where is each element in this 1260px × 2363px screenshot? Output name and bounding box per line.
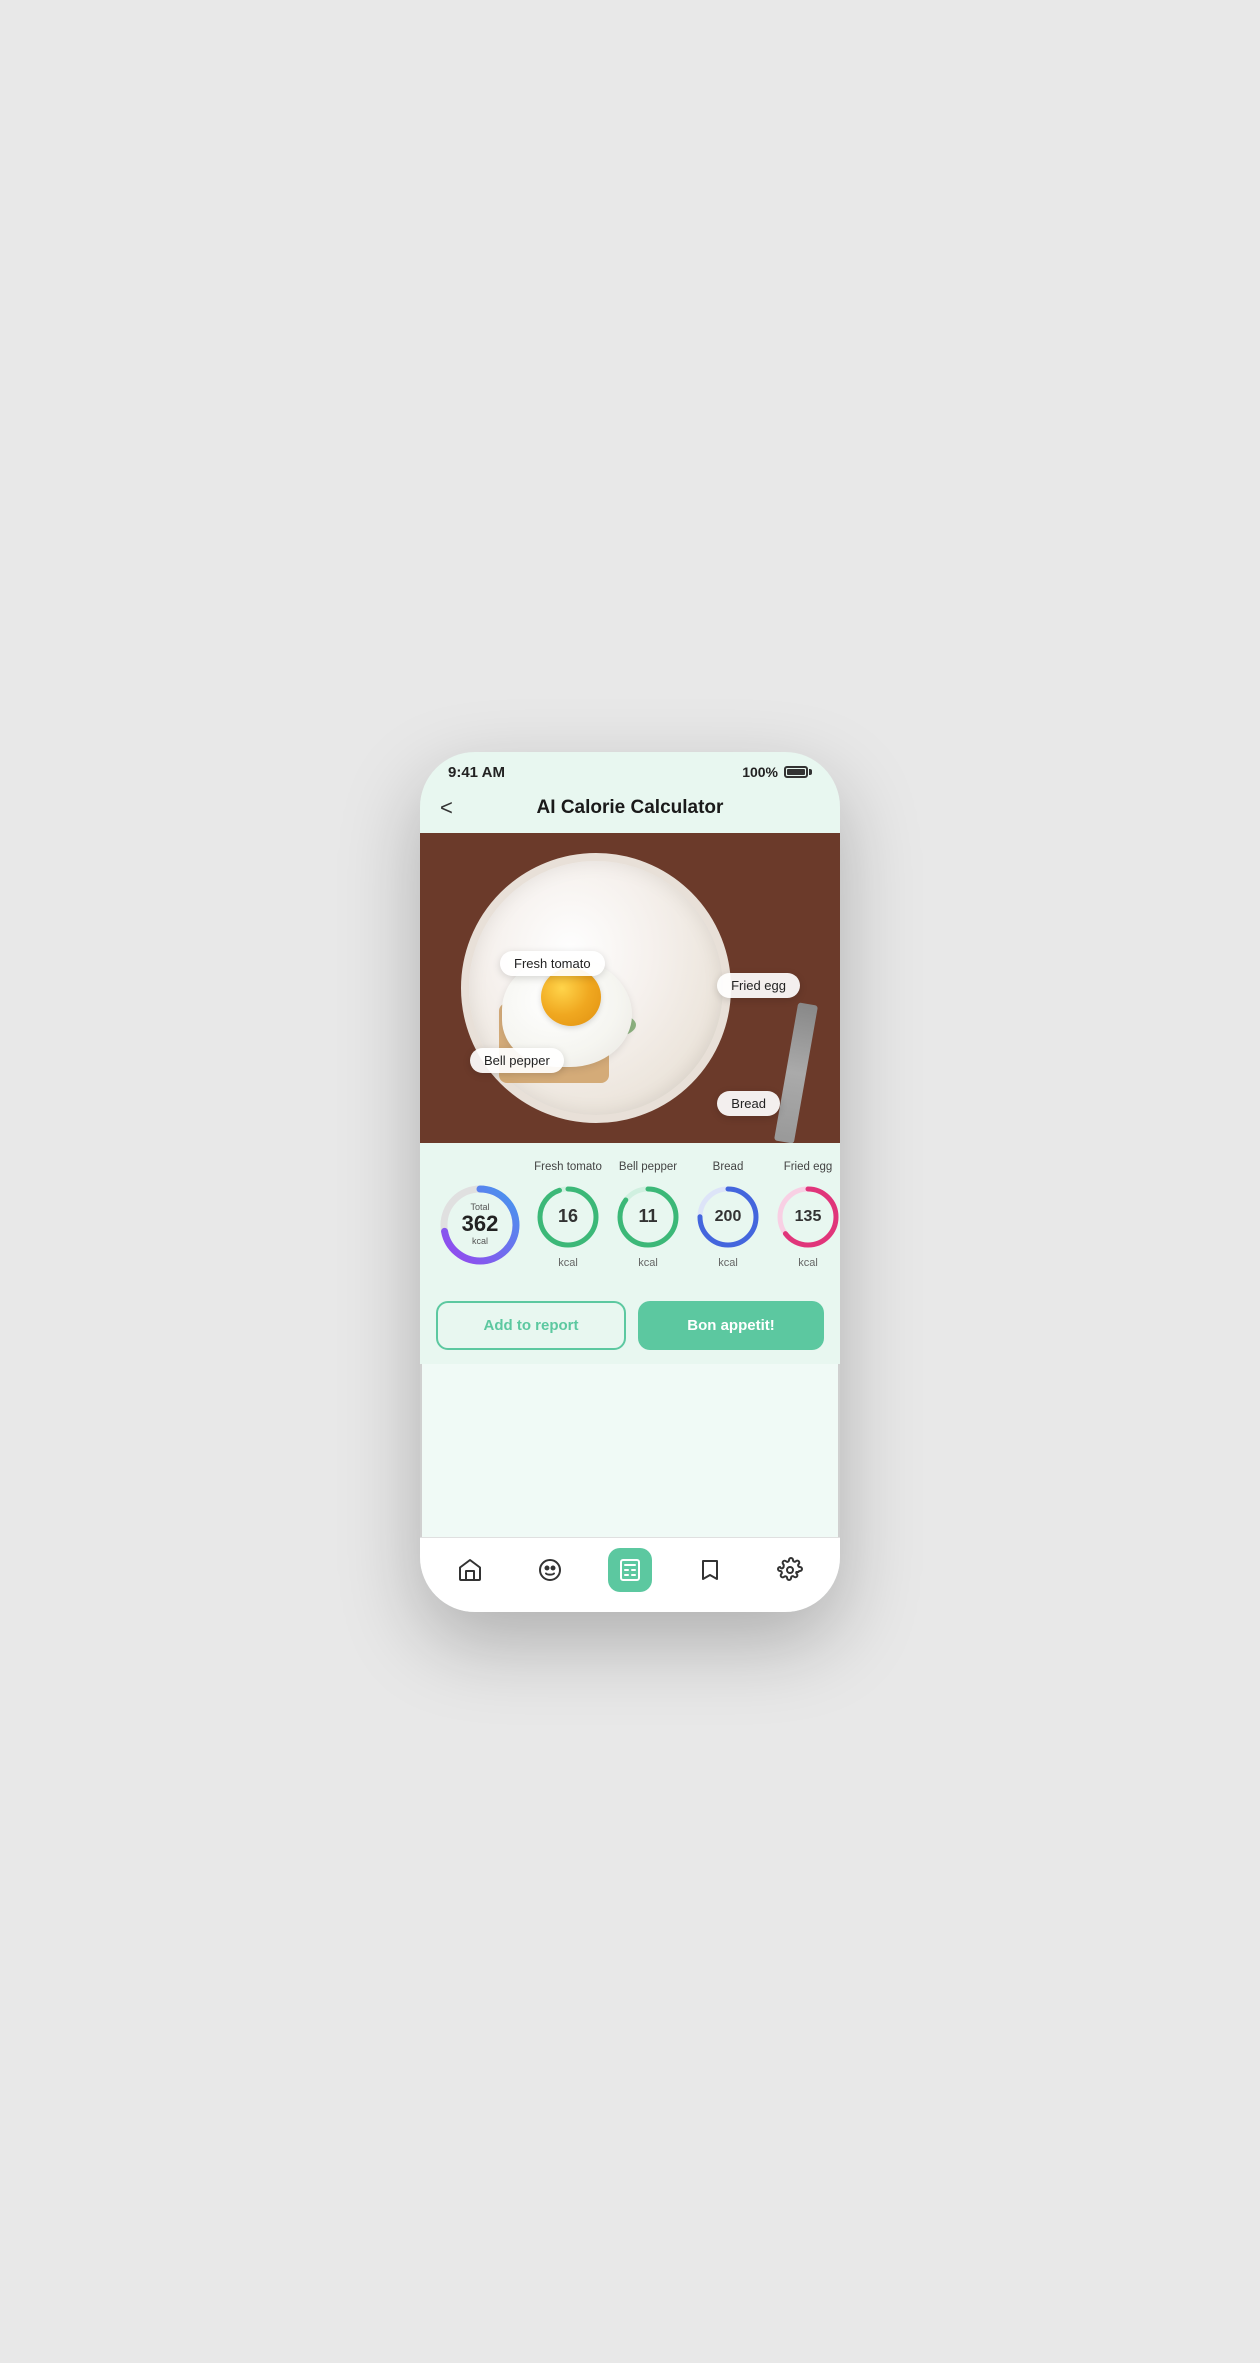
calculator-icon xyxy=(608,1548,652,1592)
header: < AI Calorie Calculator xyxy=(420,787,840,833)
fried-egg-calorie-item: Fried egg 135 kcal xyxy=(772,1161,840,1269)
fresh-tomato-unit: kcal xyxy=(558,1257,578,1269)
bread-ring: 200 xyxy=(692,1181,764,1253)
status-right: 100% xyxy=(742,764,812,780)
nav-home[interactable] xyxy=(448,1548,492,1592)
nav-settings[interactable] xyxy=(768,1548,812,1592)
label-fresh-tomato: Fresh tomato xyxy=(500,951,605,976)
food-image-container: Fresh tomato Fried egg Bell pepper Bread xyxy=(420,833,840,1143)
bell-pepper-calorie-item: Bell pepper 11 kcal xyxy=(612,1161,684,1269)
fried-egg-name: Fried egg xyxy=(784,1161,833,1177)
phone-frame: 9:41 AM 100% < AI Calorie Calculator xyxy=(420,752,840,1612)
bell-pepper-unit: kcal xyxy=(638,1257,658,1269)
action-buttons: Add to report Bon appetit! xyxy=(420,1285,840,1364)
bon-appetit-button[interactable]: Bon appetit! xyxy=(638,1301,824,1350)
status-time: 9:41 AM xyxy=(448,764,505,781)
label-fried-egg: Fried egg xyxy=(717,973,800,998)
fresh-tomato-value: 16 xyxy=(558,1207,578,1227)
fresh-tomato-ring: 16 xyxy=(532,1181,604,1253)
home-icon xyxy=(448,1548,492,1592)
nav-calculator[interactable] xyxy=(608,1548,652,1592)
bookmark-icon xyxy=(688,1548,732,1592)
face-icon xyxy=(528,1548,572,1592)
fried-egg-value: 135 xyxy=(795,1208,822,1226)
fresh-tomato-name: Fresh tomato xyxy=(534,1161,602,1177)
egg-yolk-visual xyxy=(541,968,601,1026)
label-bell-pepper: Bell pepper xyxy=(470,1048,564,1073)
battery-percentage: 100% xyxy=(742,764,778,780)
bread-value: 200 xyxy=(715,1208,742,1226)
fried-egg-ring: 135 xyxy=(772,1181,840,1253)
page-title: AI Calorie Calculator xyxy=(470,797,790,819)
bread-unit: kcal xyxy=(718,1257,738,1269)
bell-pepper-value: 11 xyxy=(638,1207,657,1227)
total-ring: Total 362 kcal xyxy=(436,1181,524,1269)
bread-calorie-item: Bread 200 kcal xyxy=(692,1161,764,1269)
nav-profile[interactable] xyxy=(528,1548,572,1592)
bell-pepper-name: Bell pepper xyxy=(619,1161,677,1177)
total-inner-value: 362 xyxy=(462,1212,499,1236)
add-to-report-button[interactable]: Add to report xyxy=(436,1301,626,1350)
nav-bookmark[interactable] xyxy=(688,1548,732,1592)
bread-name: Bread xyxy=(713,1161,744,1177)
total-inner-unit: kcal xyxy=(462,1237,499,1247)
bell-pepper-ring: 11 xyxy=(612,1181,684,1253)
total-calorie-item: Total Total 362 xyxy=(436,1161,524,1269)
calories-row: Total Total 362 xyxy=(436,1161,824,1269)
fried-egg-unit: kcal xyxy=(798,1257,818,1269)
fresh-tomato-calorie-item: Fresh tomato 16 kcal xyxy=(532,1161,604,1269)
back-button[interactable]: < xyxy=(440,795,470,821)
label-bread: Bread xyxy=(717,1091,780,1116)
status-bar: 9:41 AM 100% xyxy=(420,752,840,787)
settings-icon xyxy=(768,1548,812,1592)
battery-icon xyxy=(784,766,812,778)
nav-bar xyxy=(420,1537,840,1612)
calories-section: Total Total 362 xyxy=(420,1143,840,1285)
